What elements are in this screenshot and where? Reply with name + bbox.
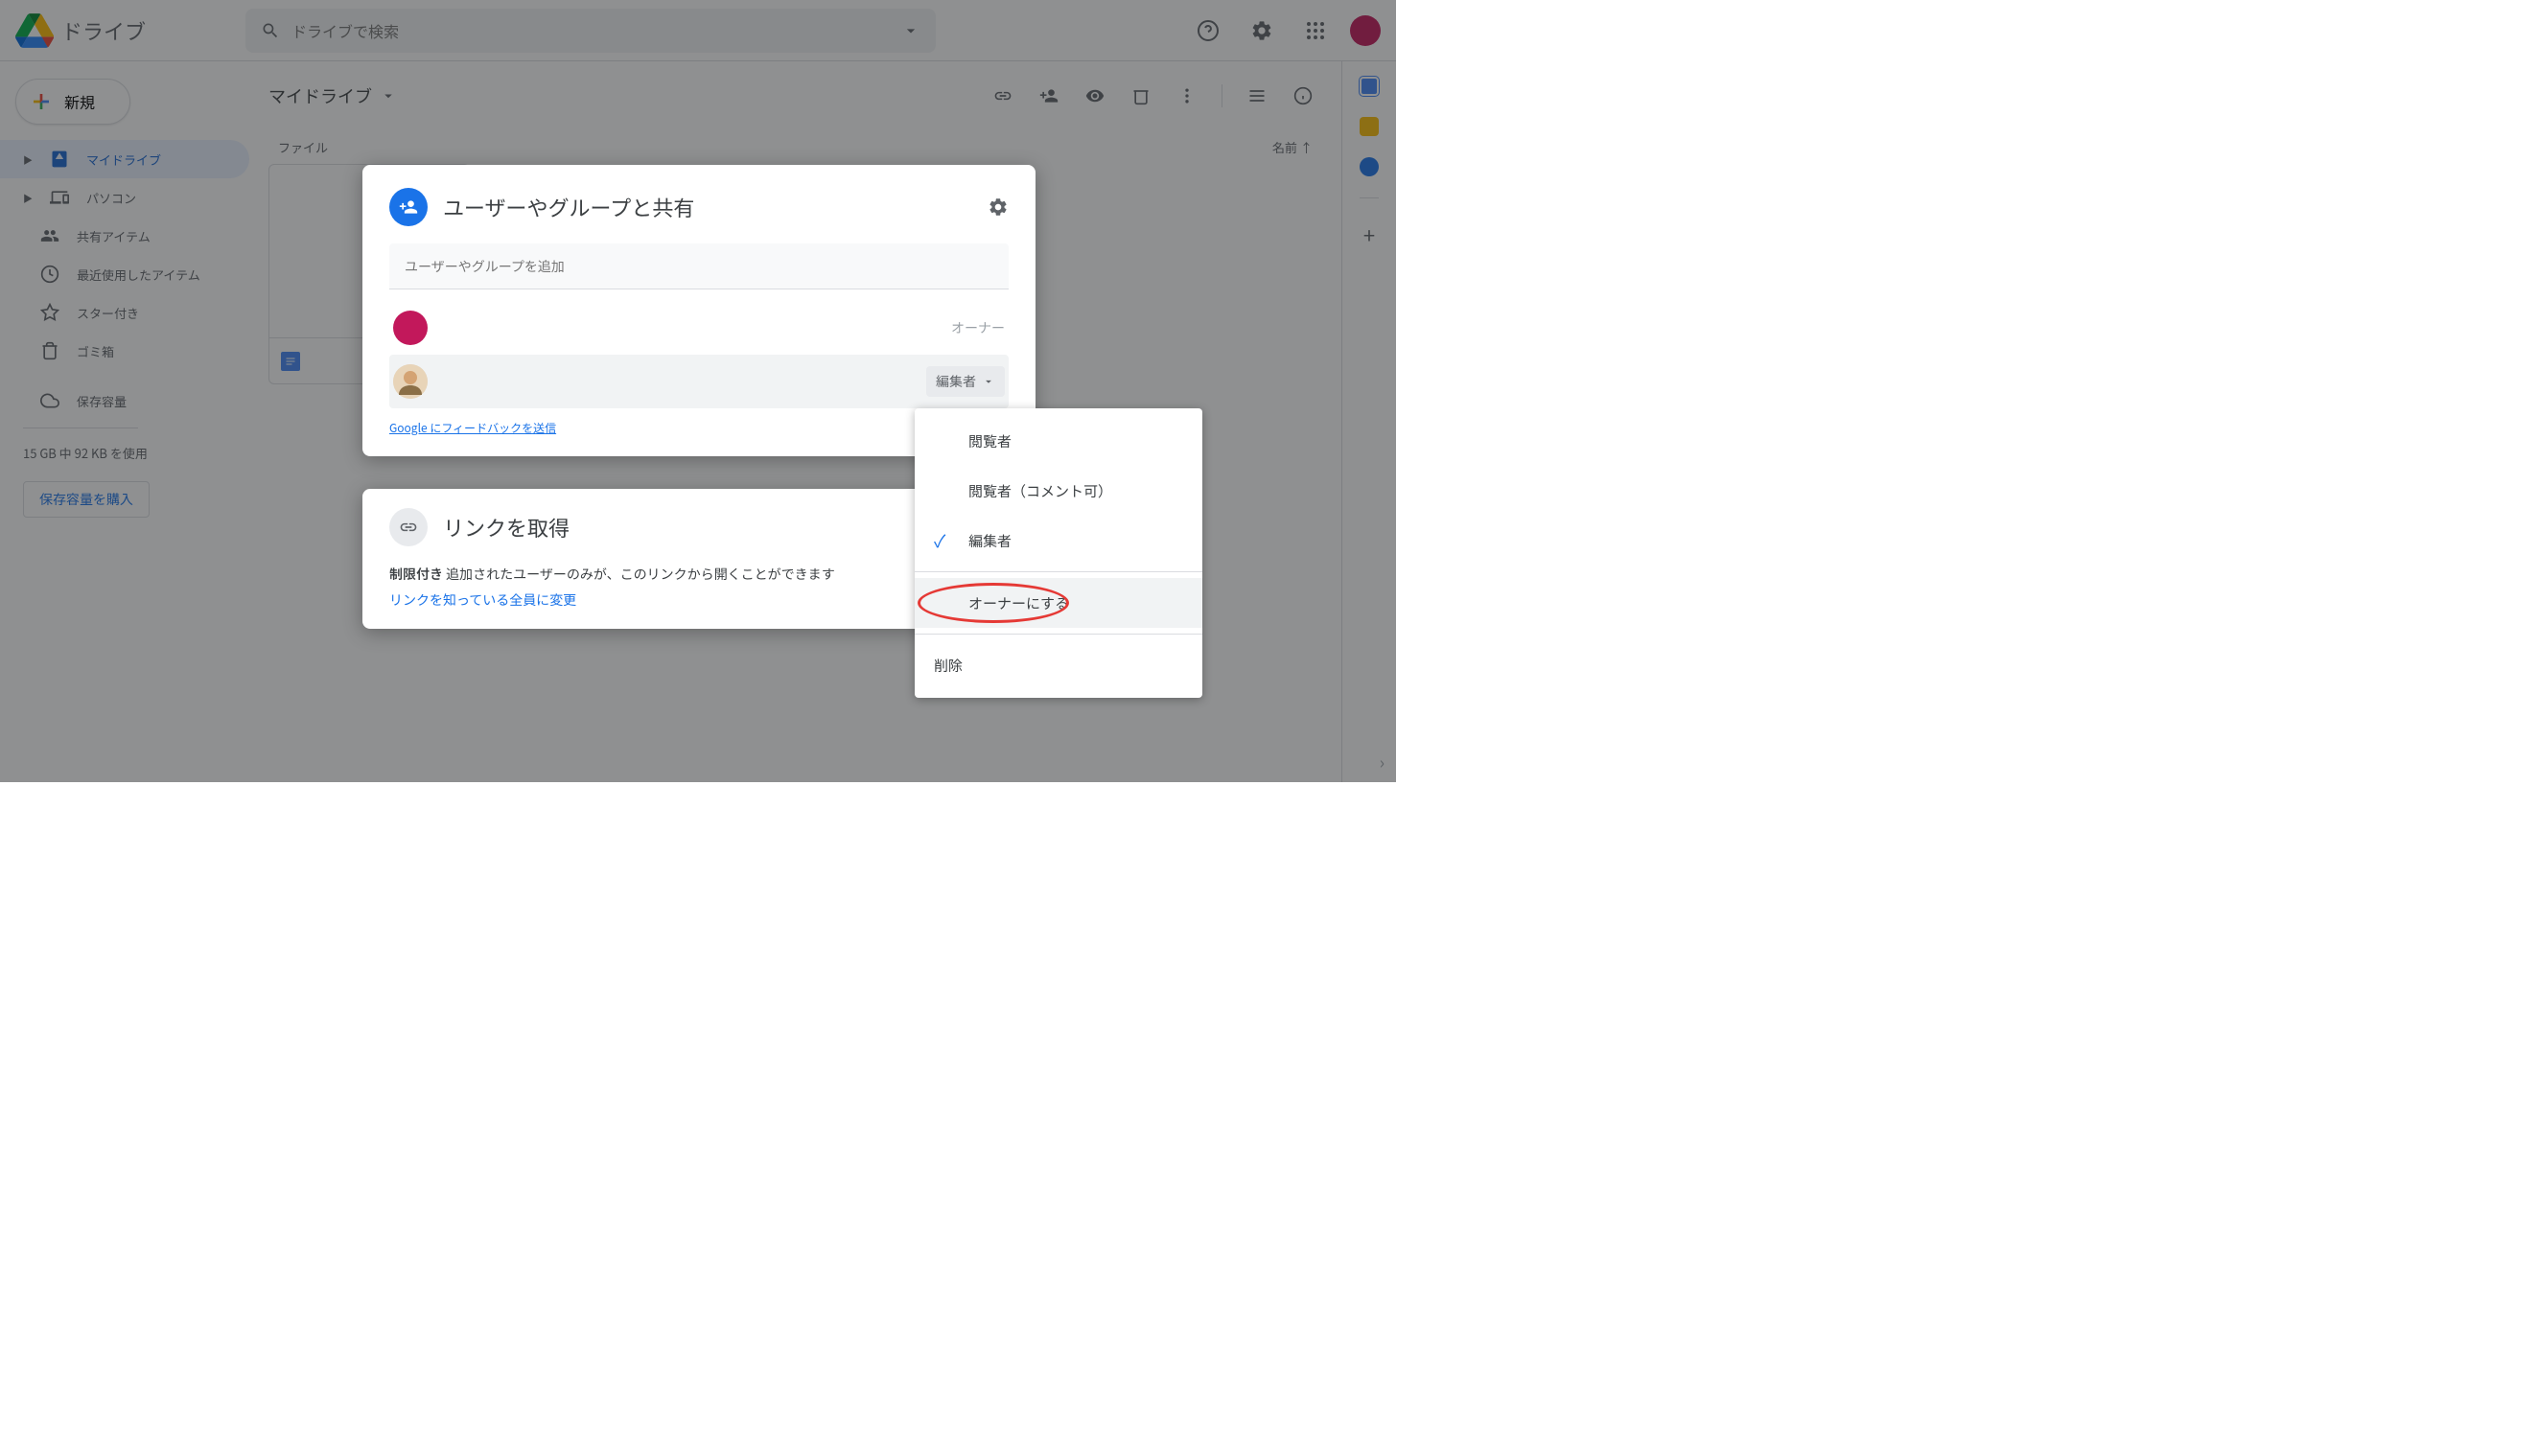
link-dialog-icon	[389, 508, 428, 546]
role-option-make-owner[interactable]: オーナーにする	[915, 578, 1202, 628]
share-dialog-title: ユーザーやグループと共有	[443, 192, 972, 222]
user-avatar	[393, 364, 428, 399]
user-row-editor: 編集者	[389, 355, 1009, 408]
role-option-commenter[interactable]: 閲覧者（コメント可）	[915, 466, 1202, 516]
user-avatar	[393, 311, 428, 345]
share-settings-button[interactable]	[988, 196, 1009, 218]
role-option-viewer[interactable]: 閲覧者	[915, 416, 1202, 466]
share-dialog-icon	[389, 188, 428, 226]
dropdown-divider	[915, 634, 1202, 635]
role-dropdown-button[interactable]: 編集者	[926, 366, 1005, 397]
gear-icon	[988, 196, 1009, 218]
role-dropdown-menu: 閲覧者 閲覧者（コメント可） 編集者 オーナーにする 削除	[915, 408, 1202, 698]
user-row-owner: オーナー	[389, 301, 1009, 355]
owner-role-label: オーナー	[951, 318, 1005, 337]
add-people-input[interactable]	[389, 243, 1009, 289]
expand-sidepanel-button[interactable]: ›	[1380, 750, 1385, 774]
role-option-remove[interactable]: 削除	[915, 640, 1202, 690]
role-option-editor[interactable]: 編集者	[915, 516, 1202, 566]
role-label: 編集者	[936, 372, 976, 391]
dropdown-arrow-icon	[982, 375, 995, 388]
feedback-link[interactable]: Google にフィードバックを送信	[389, 420, 556, 436]
dropdown-divider	[915, 571, 1202, 572]
